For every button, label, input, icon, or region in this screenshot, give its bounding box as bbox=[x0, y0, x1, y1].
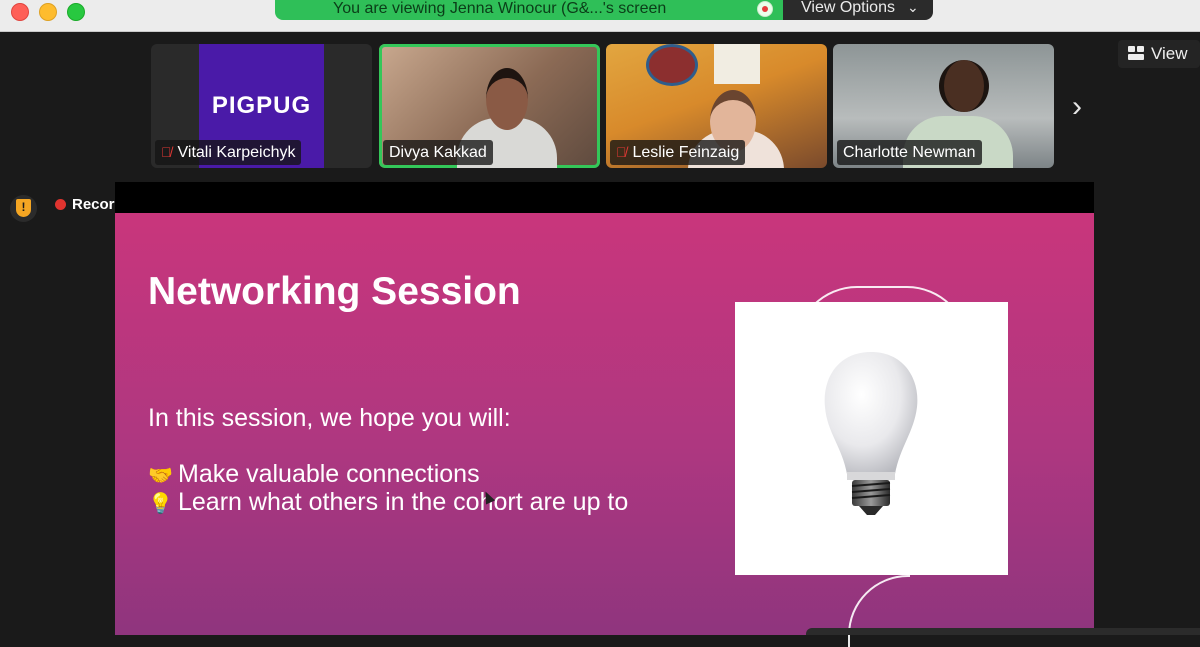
participant-name: Divya Kakkad bbox=[389, 144, 487, 161]
participant-name: Leslie Feinzaig bbox=[632, 144, 740, 161]
participant-tile-divya[interactable]: Divya Kakkad bbox=[379, 44, 600, 168]
participant-tile-charlotte[interactable]: Charlotte Newman bbox=[833, 44, 1054, 168]
shared-screen: Networking Session In this session, we h… bbox=[115, 182, 1094, 647]
participant-tile-vitali[interactable]: PIGPUG 🎙̸ Vitali Karpeichyk bbox=[151, 44, 372, 168]
recording-dot-icon bbox=[55, 199, 66, 210]
handshake-icon: 🤝 bbox=[148, 465, 173, 487]
grid-view-icon bbox=[1128, 46, 1144, 60]
lightbulb-icon: 💡 bbox=[148, 493, 173, 515]
participant-video-head bbox=[486, 68, 528, 130]
slide-bullet-text: Learn what others in the cohort are up t… bbox=[178, 488, 629, 516]
close-window-button[interactable] bbox=[11, 3, 29, 21]
participant-name: Charlotte Newman bbox=[843, 144, 976, 161]
lightbulb-image bbox=[735, 302, 1008, 575]
meeting-controls-bar[interactable] bbox=[806, 628, 1200, 635]
window-titlebar: You are viewing Jenna Winocur (G&...'s s… bbox=[0, 0, 1200, 32]
participant-name-tag: 🎙̸ Leslie Feinzaig bbox=[610, 140, 746, 165]
pigpug-logo: PIGPUG bbox=[211, 92, 312, 119]
security-shield-button[interactable]: ! bbox=[10, 195, 37, 222]
slide-bullet: 🤝 Make valuable connections bbox=[148, 460, 480, 489]
screen-share-banner: You are viewing Jenna Winocur (G&...'s s… bbox=[275, 0, 783, 20]
muted-mic-icon: 🎙̸ bbox=[616, 144, 627, 160]
chevron-down-icon: ⌄ bbox=[907, 0, 919, 15]
share-banner-text: You are viewing Jenna Winocur (G&...'s s… bbox=[333, 0, 667, 17]
participant-name: Vitali Karpeichyk bbox=[177, 144, 296, 161]
view-button-label: View bbox=[1151, 44, 1188, 63]
participant-tile-leslie[interactable]: 🎙̸ Leslie Feinzaig bbox=[606, 44, 827, 168]
lightbulb-illustration bbox=[824, 352, 918, 515]
view-layout-button[interactable]: View bbox=[1118, 40, 1200, 68]
maximize-window-button[interactable] bbox=[67, 3, 85, 21]
participant-name-tag: Divya Kakkad bbox=[383, 140, 493, 165]
share-status-icon bbox=[757, 1, 773, 17]
shield-icon: ! bbox=[16, 199, 31, 217]
slide-bullet-text: Make valuable connections bbox=[178, 460, 480, 488]
wall-art bbox=[646, 44, 698, 86]
participant-name-tag: 🎙̸ Vitali Karpeichyk bbox=[155, 140, 302, 165]
decorative-arc bbox=[848, 575, 910, 647]
view-options-button[interactable]: View Options ⌄ bbox=[783, 0, 933, 20]
participant-name-tag: Charlotte Newman bbox=[837, 140, 982, 165]
minimize-window-button[interactable] bbox=[39, 3, 57, 21]
slide-intro-text: In this session, we hope you will: bbox=[148, 404, 511, 432]
slide-title: Networking Session bbox=[148, 270, 521, 313]
wall-frame bbox=[714, 44, 760, 84]
slide-bullet: 💡 Learn what others in the cohort are up … bbox=[148, 488, 628, 517]
next-page-chevron-icon[interactable]: › bbox=[1072, 90, 1082, 124]
participant-video-head bbox=[939, 60, 989, 112]
presentation-slide: Networking Session In this session, we h… bbox=[115, 213, 1094, 647]
muted-mic-icon: 🎙̸ bbox=[161, 144, 172, 160]
meeting-area: View PIGPUG 🎙̸ Vitali Karpeichyk Divya Ka… bbox=[0, 32, 1200, 647]
view-options-label: View Options bbox=[801, 0, 895, 16]
